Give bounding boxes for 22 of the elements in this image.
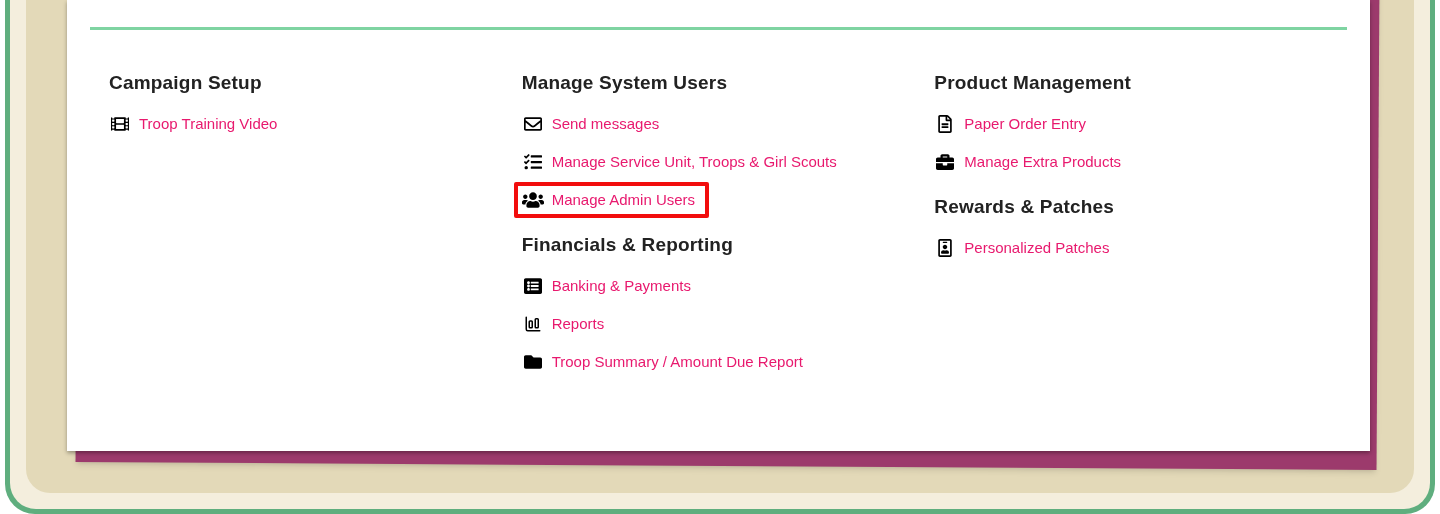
users-icon	[521, 191, 544, 209]
section-heading: Rewards & Patches	[934, 195, 1115, 219]
menu-link[interactable]: Paper Order Entry	[934, 112, 1087, 136]
checklist-icon	[521, 153, 544, 171]
menu-link[interactable]: Banking & Payments	[521, 274, 691, 298]
menu-link[interactable]: Personalized Patches	[934, 236, 1110, 260]
highlighted-link[interactable]: Manage Admin Users	[513, 182, 710, 218]
briefcase-icon	[934, 153, 957, 171]
menu-link[interactable]: Send messages	[521, 112, 660, 136]
list-icon	[521, 277, 544, 295]
envelope-icon	[521, 115, 544, 133]
menu-link[interactable]: Troop Summary / Amount Due Report	[521, 350, 803, 374]
menu-link[interactable]: Troop Training Video	[109, 112, 278, 136]
section-heading: Manage System Users	[521, 71, 728, 95]
section-heading: Product Management	[934, 71, 1132, 95]
menu-link[interactable]: Manage Service Unit, Troops & Girl Scouts	[521, 150, 837, 174]
folder-icon	[521, 353, 544, 371]
menu-link[interactable]: Reports	[521, 312, 605, 336]
menu-link[interactable]: Manage Extra Products	[934, 150, 1122, 174]
section-heading: Campaign Setup	[109, 71, 262, 95]
section-heading: Financials & Reporting	[521, 233, 733, 257]
film-icon	[109, 115, 131, 133]
